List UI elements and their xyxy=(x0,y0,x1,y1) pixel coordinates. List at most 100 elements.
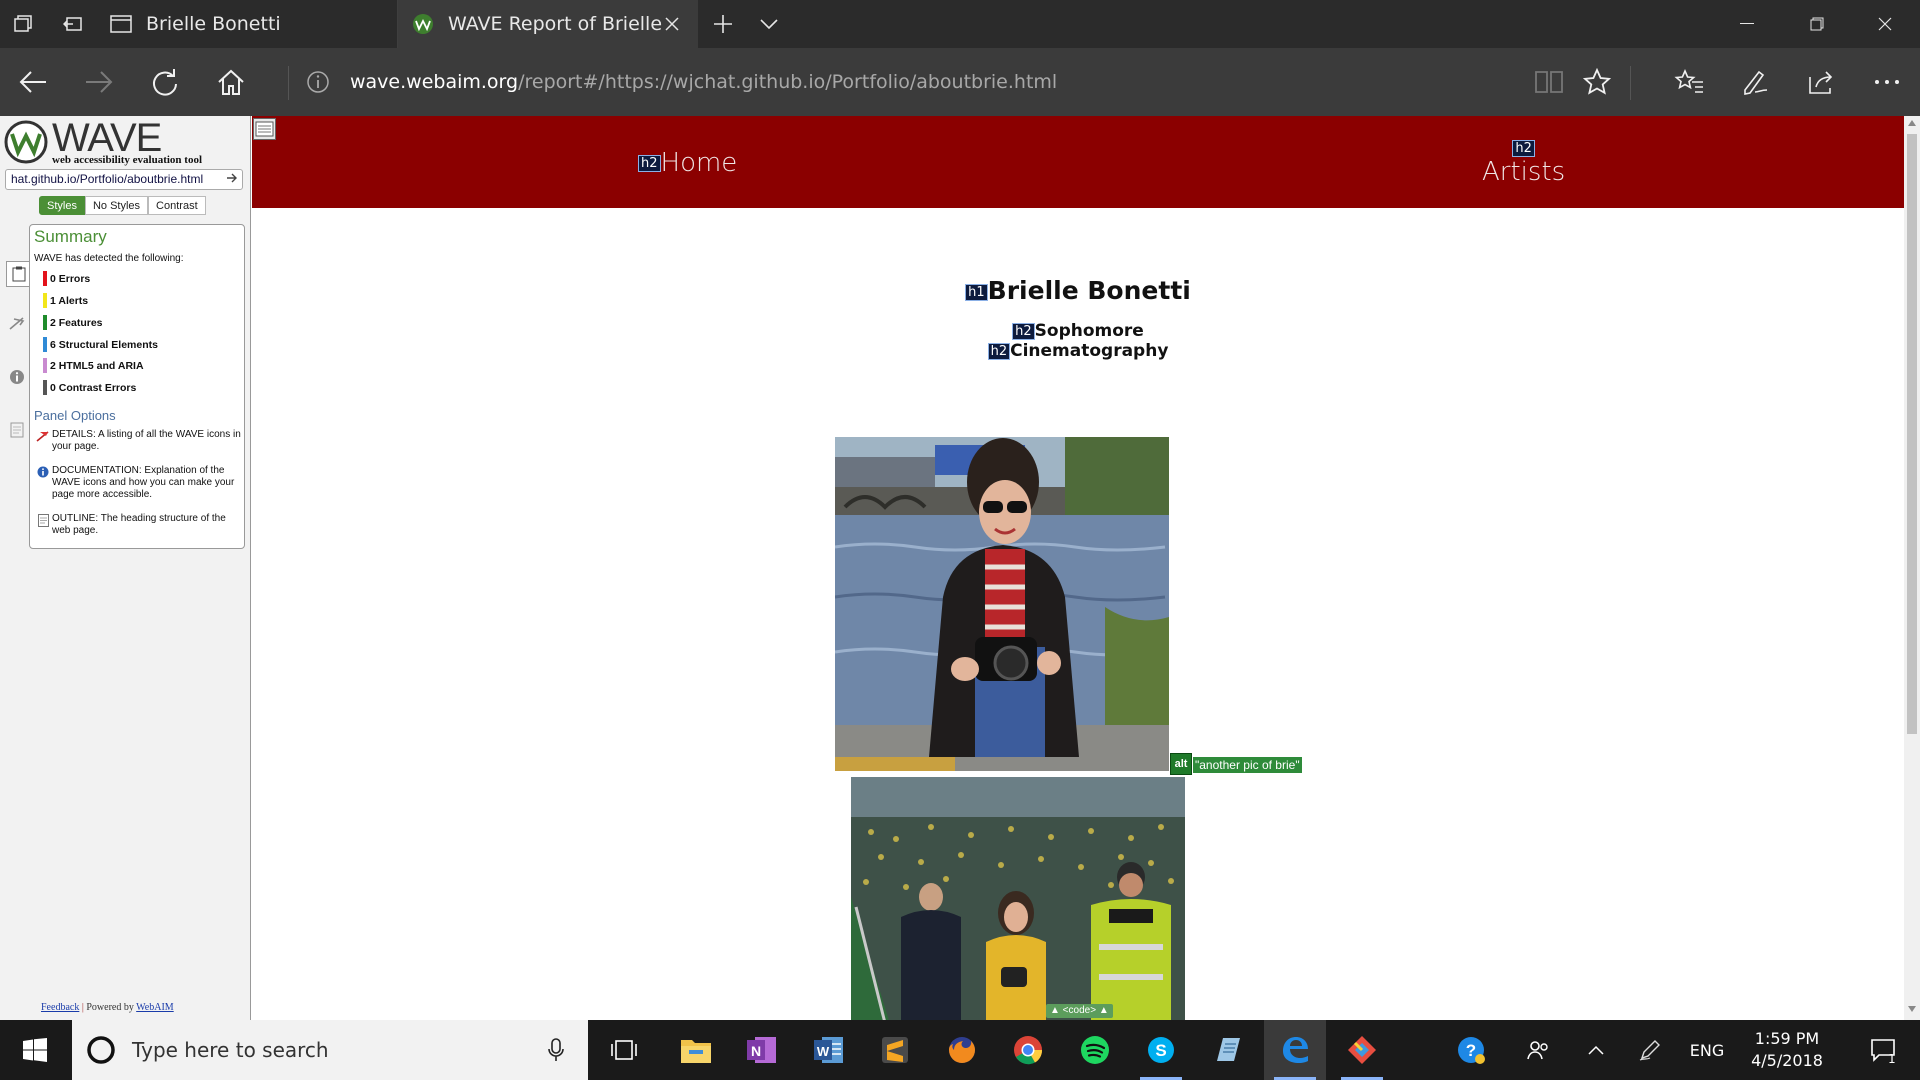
features-color-bar xyxy=(43,315,47,330)
option-documentation-text: DOCUMENTATION: Explanation of the WAVE i… xyxy=(52,465,235,500)
panel-options-title: Panel Options xyxy=(34,408,116,423)
h2-badge[interactable]: h2 xyxy=(987,342,1011,360)
nav-artists-link[interactable]: h2 Artists xyxy=(1482,140,1565,187)
help-icon[interactable]: ? xyxy=(1448,1020,1494,1080)
outline-document-icon[interactable] xyxy=(8,419,26,441)
subtitle-major-text: Cinematography xyxy=(1010,341,1169,361)
back-arrow-icon[interactable] xyxy=(0,48,66,116)
tab-no-styles[interactable]: No Styles xyxy=(84,196,149,215)
h2-badge[interactable]: h2 xyxy=(1012,322,1035,340)
set-aside-tabs-icon[interactable] xyxy=(50,0,96,48)
scroll-up-icon[interactable] xyxy=(1908,120,1916,126)
documentation-info-icon[interactable] xyxy=(8,366,26,388)
refresh-icon[interactable] xyxy=(132,48,198,116)
address-field[interactable]: wave.webaim.org/report#/https://wjchat.g… xyxy=(350,60,1570,104)
wave-url-input[interactable]: hat.github.io/Portfolio/aboutbrie.html xyxy=(5,169,243,190)
file-explorer-icon[interactable] xyxy=(665,1020,727,1080)
tab-contrast[interactable]: Contrast xyxy=(148,196,206,215)
alt-text-label: "another pic of brie" xyxy=(1193,757,1302,773)
option-outline[interactable]: OUTLINE: The heading structure of the we… xyxy=(34,513,242,537)
tab-label: Brielle Bonetti xyxy=(146,13,281,35)
summary-clipboard-icon[interactable] xyxy=(6,261,30,287)
go-arrow-icon[interactable] xyxy=(226,172,238,187)
edge-icon[interactable] xyxy=(1264,1020,1326,1080)
alt-badge[interactable]: alt xyxy=(1170,753,1192,775)
action-center-icon[interactable]: 1 xyxy=(1852,1020,1914,1080)
wave-panel-toggle-icon[interactable] xyxy=(253,118,276,140)
tab-preview-chevron-icon[interactable] xyxy=(746,0,792,48)
word-icon[interactable]: W xyxy=(798,1020,860,1080)
pen-workspace-icon[interactable] xyxy=(1630,1020,1670,1080)
h1-badge[interactable]: h1 xyxy=(965,283,988,301)
share-icon[interactable] xyxy=(1788,48,1854,116)
webaim-link[interactable]: WebAIM xyxy=(136,1002,174,1013)
view-mode-tabs: Styles No Styles Contrast xyxy=(39,196,206,215)
svg-text:W: W xyxy=(817,1044,830,1059)
nav-home-label: Home xyxy=(660,148,738,178)
summary-alerts[interactable]: 1 Alerts xyxy=(43,293,88,308)
h2-badge[interactable]: h2 xyxy=(1512,140,1535,157)
summary-intro: WAVE has detected the following: xyxy=(34,253,184,264)
onenote-icon[interactable]: N xyxy=(731,1020,793,1080)
taskbar-search-box[interactable]: Type here to search xyxy=(72,1020,588,1080)
people-icon[interactable] xyxy=(1516,1020,1560,1080)
git-client-icon[interactable] xyxy=(1331,1020,1393,1080)
code-toggle-badge[interactable]: ▲ <code> ▲ xyxy=(1046,1004,1113,1018)
microphone-icon[interactable] xyxy=(548,1038,564,1062)
close-window-icon[interactable] xyxy=(1850,0,1920,48)
skype-icon[interactable]: S xyxy=(1130,1020,1192,1080)
tab-wave-report[interactable]: WAVE Report of Brielle xyxy=(398,0,698,48)
summary-label: 2 Features xyxy=(50,316,103,329)
site-info-icon[interactable] xyxy=(306,70,330,99)
report-page-content: h2 Home h2 Artists h1 Brielle Bonetti h2 So… xyxy=(252,116,1904,1020)
summary-features[interactable]: 2 Features xyxy=(43,315,103,330)
scroll-down-icon[interactable] xyxy=(1908,1006,1916,1012)
home-icon[interactable] xyxy=(198,48,264,116)
notepad-app-icon[interactable] xyxy=(1197,1020,1259,1080)
summary-contrast[interactable]: 0 Contrast Errors xyxy=(43,380,136,395)
clock-date: 4/5/2018 xyxy=(1751,1051,1823,1070)
spotify-icon[interactable] xyxy=(1064,1020,1126,1080)
option-documentation[interactable]: DOCUMENTATION: Explanation of the WAVE i… xyxy=(34,465,242,501)
system-clock[interactable]: 1:59 PM 4/5/2018 xyxy=(1728,1020,1846,1080)
details-flag-icon[interactable] xyxy=(8,312,26,334)
option-details-text: DETAILS: A listing of all the WAVE icons… xyxy=(52,429,241,452)
details-flag-icon xyxy=(34,429,52,453)
notification-count: 1 xyxy=(1888,1052,1896,1066)
alerts-color-bar xyxy=(43,293,47,308)
minimize-icon[interactable] xyxy=(1712,0,1782,48)
summary-errors[interactable]: 0 Errors xyxy=(43,271,90,286)
feedback-link[interactable]: Feedback xyxy=(41,1002,79,1013)
restore-icon[interactable] xyxy=(1782,0,1852,48)
tab-styles[interactable]: Styles xyxy=(39,196,85,215)
nav-home-link[interactable]: h2 Home xyxy=(638,148,737,178)
clock-time: 1:59 PM xyxy=(1754,1029,1820,1048)
windows-start-icon[interactable] xyxy=(0,1020,70,1080)
summary-label: 6 Structural Elements xyxy=(50,338,158,351)
page-title-text: Brielle Bonetti xyxy=(987,276,1191,305)
h2-badge[interactable]: h2 xyxy=(638,155,661,172)
favorites-hub-icon[interactable] xyxy=(1656,48,1722,116)
more-options-icon[interactable] xyxy=(1854,48,1920,116)
summary-panel: Summary WAVE has detected the following:… xyxy=(29,224,245,549)
task-view-icon[interactable] xyxy=(593,1020,655,1080)
language-indicator[interactable]: ENG xyxy=(1682,1020,1732,1080)
firefox-icon[interactable] xyxy=(931,1020,993,1080)
tab-brielle-bonetti[interactable]: Brielle Bonetti xyxy=(96,0,398,48)
summary-html5-aria[interactable]: 2 HTML5 and ARIA xyxy=(43,358,144,373)
vertical-scrollbar[interactable] xyxy=(1904,116,1920,1020)
sublime-text-icon[interactable] xyxy=(864,1020,926,1080)
option-details[interactable]: DETAILS: A listing of all the WAVE icons… xyxy=(34,429,242,453)
chrome-icon[interactable] xyxy=(997,1020,1059,1080)
summary-structural[interactable]: 6 Structural Elements xyxy=(43,337,158,352)
forward-arrow-icon[interactable] xyxy=(66,48,132,116)
tray-chevron-up-icon[interactable] xyxy=(1576,1020,1616,1080)
web-note-pen-icon[interactable] xyxy=(1722,48,1788,116)
divider xyxy=(288,66,289,100)
favorite-star-icon[interactable] xyxy=(1564,48,1630,116)
new-tab-icon[interactable] xyxy=(700,0,746,48)
scroll-thumb[interactable] xyxy=(1907,134,1917,734)
tab-actions-icon[interactable] xyxy=(0,0,46,48)
close-tab-icon[interactable] xyxy=(660,12,684,36)
divider xyxy=(1630,66,1631,100)
